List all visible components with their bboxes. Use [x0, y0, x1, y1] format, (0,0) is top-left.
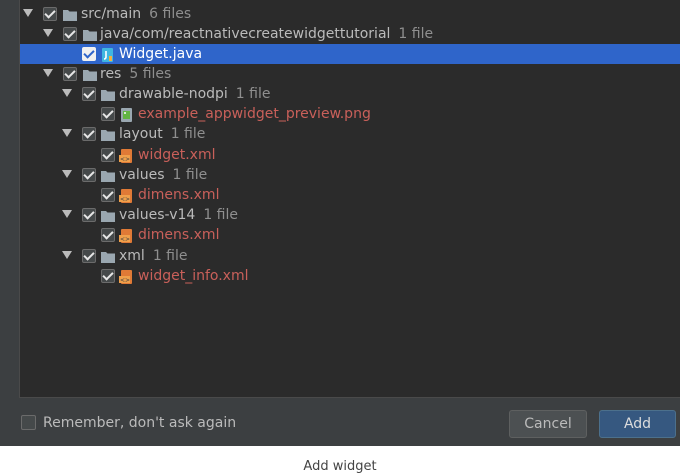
tree-item-count: 1 file [170, 126, 206, 142]
tree-row[interactable]: <> widget_info.xml [20, 266, 680, 286]
java-file-icon [100, 47, 116, 62]
tree-item-checkbox[interactable] [101, 107, 115, 121]
tree-item-count: 5 files [129, 66, 172, 82]
tree-item-count: 1 file [398, 26, 434, 42]
tree-item-checkbox[interactable] [43, 7, 57, 21]
remember-label: Remember, don't ask again [43, 415, 237, 431]
expand-arrow-icon[interactable] [62, 170, 72, 178]
tree-row[interactable]: <> widget.xml [20, 145, 680, 165]
tree-row[interactable]: drawable-nodpi 1 file [20, 84, 680, 104]
file-tree-panel: src/main 6 files java/com/reactnativecreat… [19, 0, 680, 398]
tree-item-label: example_appwidget_preview.png [138, 106, 371, 122]
tree-item-checkbox[interactable] [101, 148, 115, 162]
expand-arrow-icon[interactable] [62, 210, 72, 218]
xml-file-icon: <> [119, 269, 135, 284]
tree-item-checkbox[interactable] [63, 27, 77, 41]
svg-text:<>: <> [120, 236, 130, 243]
folder-icon [62, 7, 78, 21]
image-caption: Add widget [303, 459, 377, 474]
tree-item-checkbox[interactable] [82, 87, 96, 101]
svg-text:<>: <> [120, 196, 130, 203]
tree-item-label: src/main 6 files [81, 6, 192, 22]
tree-row[interactable]: layout 1 file [20, 124, 680, 144]
add-widget-dialog: src/main 6 files java/com/reactnativecreat… [0, 0, 680, 446]
tree-item-label: java/com/reactnativecreatewidgettutorial… [100, 26, 434, 42]
tree-item-checkbox[interactable] [82, 127, 96, 141]
tree-item-label: dimens.xml [138, 187, 220, 203]
tree-item-count: 1 file [235, 86, 271, 102]
tree-item-label: values 1 file [119, 167, 208, 183]
expand-arrow-icon[interactable] [23, 9, 33, 17]
tree-item-label: Widget.java [119, 46, 203, 62]
tree-item-checkbox[interactable] [82, 208, 96, 222]
tree-item-label: drawable-nodpi 1 file [119, 86, 271, 102]
tree-item-label: widget.xml [138, 147, 216, 163]
tree-item-label: values-v14 1 file [119, 207, 238, 223]
tree-item-checkbox[interactable] [82, 249, 96, 263]
xml-file-icon: <> [119, 228, 135, 243]
expand-arrow-icon[interactable] [62, 129, 72, 137]
tree-item-label: layout 1 file [119, 126, 206, 142]
tree-item-count: 6 files [149, 6, 192, 22]
expand-arrow-icon[interactable] [43, 29, 53, 37]
tree-item-count: 1 file [172, 167, 208, 183]
tree-row[interactable]: xml 1 file [20, 246, 680, 266]
tree-item-label: dimens.xml [138, 227, 220, 243]
folder-icon [82, 67, 98, 81]
tree-item-label: res 5 files [100, 66, 172, 82]
tree-row[interactable]: <> dimens.xml [20, 225, 680, 245]
add-button[interactable]: Add [599, 410, 676, 438]
tree-item-checkbox[interactable] [101, 228, 115, 242]
svg-text:<>: <> [120, 156, 130, 163]
tree-row[interactable]: src/main 6 files [20, 4, 680, 24]
tree-row[interactable]: values-v14 1 file [20, 205, 680, 225]
expand-arrow-icon[interactable] [62, 89, 72, 97]
folder-icon [100, 168, 116, 182]
tree-item-checkbox[interactable] [101, 188, 115, 202]
tree-item-checkbox[interactable] [82, 168, 96, 182]
xml-file-icon: <> [119, 188, 135, 203]
folder-icon [82, 27, 98, 41]
expand-arrow-icon[interactable] [62, 251, 72, 259]
tree-item-count: 1 file [203, 207, 238, 223]
folder-icon [100, 127, 116, 141]
tree-item-label: xml 1 file [119, 248, 188, 264]
remember-checkbox[interactable] [21, 415, 36, 430]
tree-row[interactable]: java/com/reactnativecreatewidgettutorial… [20, 24, 680, 44]
tree-row[interactable]: Widget.java [20, 44, 680, 64]
folder-icon [100, 87, 116, 101]
tree-item-count: 1 file [152, 248, 188, 264]
xml-file-icon: <> [119, 148, 135, 163]
image-file-icon [119, 107, 135, 122]
tree-row[interactable]: values 1 file [20, 165, 680, 185]
folder-icon [100, 249, 116, 263]
expand-arrow-icon[interactable] [43, 69, 53, 77]
tree-row[interactable]: res 5 files [20, 64, 680, 84]
folder-icon [100, 208, 116, 222]
tree-row[interactable]: <> dimens.xml [20, 185, 680, 205]
tree-item-label: widget_info.xml [138, 268, 249, 284]
tree-row[interactable]: example_appwidget_preview.png [20, 104, 680, 124]
tree-item-checkbox[interactable] [82, 47, 96, 61]
cancel-button[interactable]: Cancel [509, 410, 587, 438]
svg-text:<>: <> [120, 277, 130, 284]
tree-item-checkbox[interactable] [101, 269, 115, 283]
tree-item-checkbox[interactable] [63, 67, 77, 81]
